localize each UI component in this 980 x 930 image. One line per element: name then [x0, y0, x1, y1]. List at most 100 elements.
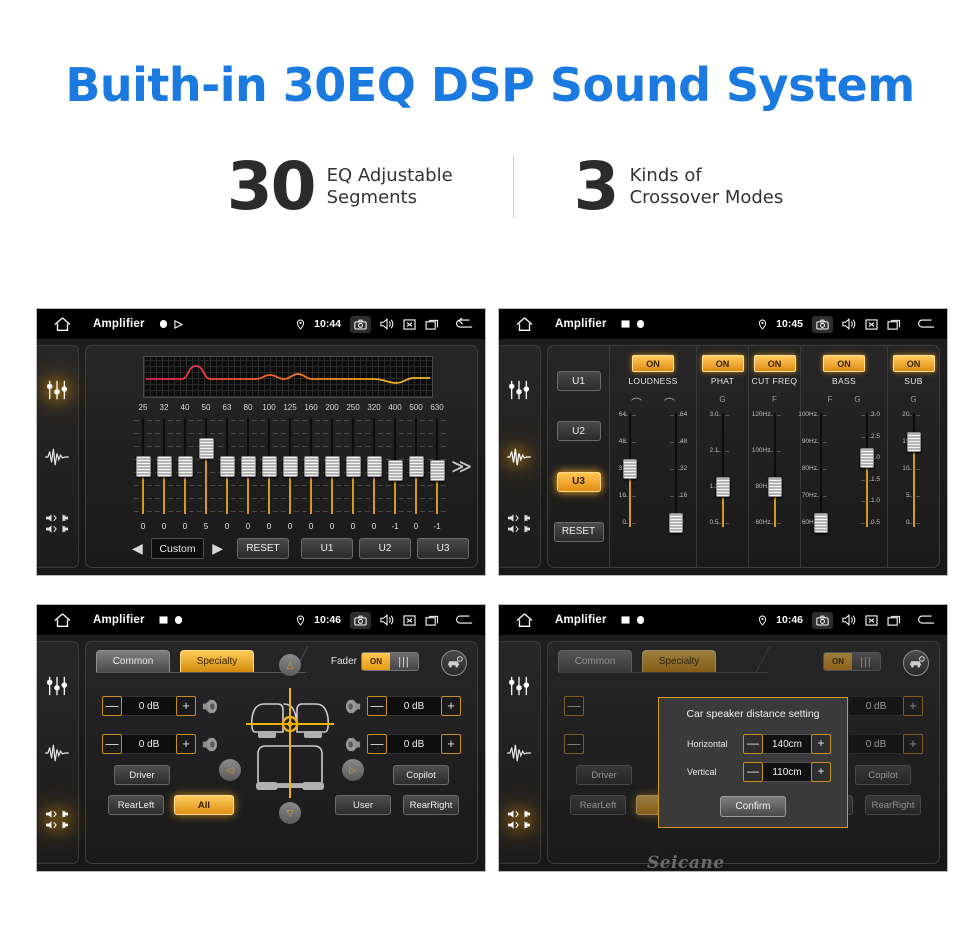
nav-up-button[interactable]: △ — [279, 654, 301, 676]
camera-icon[interactable] — [812, 611, 833, 629]
tab-specialty[interactable]: Specialty — [180, 650, 254, 672]
crossover-slider[interactable]: 3.0 2.5 2.0 1.5 1.0 0.5 — [847, 409, 887, 531]
camera-icon[interactable] — [812, 315, 833, 333]
gain-plus-button[interactable]: + — [903, 734, 923, 754]
increment-button[interactable]: + — [811, 762, 831, 782]
nav-down-button[interactable]: ▽ — [279, 802, 301, 824]
eq-slider-knob[interactable] — [157, 456, 172, 477]
home-icon[interactable] — [45, 612, 79, 628]
section-on-toggle[interactable]: ON — [823, 355, 865, 372]
section-on-toggle[interactable]: ON — [701, 355, 744, 372]
camera-icon[interactable] — [350, 611, 371, 629]
reset-button[interactable]: RESET — [237, 538, 289, 559]
eq-more-arrow[interactable]: ≫ — [451, 454, 472, 479]
eq-slider[interactable] — [260, 416, 278, 516]
sidebar-item-crossover[interactable] — [504, 738, 534, 768]
car-settings-icon[interactable] — [441, 650, 467, 676]
nav-right-button[interactable]: ▷ — [342, 759, 364, 781]
sidebar-item-crossover[interactable] — [42, 442, 72, 472]
gain-minus-button[interactable]: — — [367, 734, 387, 754]
eq-slider[interactable] — [218, 416, 236, 516]
gain-minus-button[interactable]: — — [367, 696, 387, 716]
gain-minus-button[interactable]: — — [102, 696, 122, 716]
camera-icon[interactable] — [350, 315, 371, 333]
gain-plus-button[interactable]: + — [441, 734, 461, 754]
eq-slider[interactable] — [176, 416, 194, 516]
position-rearright-button[interactable]: RearRight — [403, 795, 459, 815]
car-settings-icon[interactable] — [903, 650, 929, 676]
eq-slider-knob[interactable] — [367, 456, 382, 477]
eq-slider[interactable] — [197, 416, 215, 516]
eq-slider[interactable] — [281, 416, 299, 516]
decrement-button[interactable]: — — [743, 734, 763, 754]
crossover-reset-button[interactable]: RESET — [553, 521, 604, 542]
increment-button[interactable]: + — [811, 734, 831, 754]
eq-slider[interactable] — [407, 416, 425, 516]
slider-knob[interactable] — [814, 513, 828, 533]
user-preset-u3-button[interactable]: U3 — [417, 538, 469, 559]
volume-icon[interactable] — [380, 318, 394, 330]
sidebar-item-equalizer[interactable] — [42, 375, 72, 405]
eq-slider-knob[interactable] — [304, 456, 319, 477]
home-icon[interactable] — [507, 316, 541, 332]
eq-slider[interactable] — [344, 416, 362, 516]
eq-slider-knob[interactable] — [325, 456, 340, 477]
preset-next-button[interactable]: ▶ — [210, 540, 225, 557]
position-rearright-button[interactable]: RearRight — [865, 795, 921, 815]
back-arrow-icon[interactable] — [454, 318, 473, 330]
position-rearleft-button[interactable]: RearLeft — [570, 795, 626, 815]
crossover-preset-u1-button[interactable]: U1 — [556, 371, 601, 392]
slider-knob[interactable] — [623, 459, 637, 479]
gain-minus-button[interactable]: — — [564, 734, 584, 754]
section-on-toggle[interactable]: ON — [632, 355, 674, 372]
confirm-button[interactable]: Confirm — [720, 796, 786, 817]
eq-slider-knob[interactable] — [178, 456, 193, 477]
position-all-button[interactable]: All — [174, 795, 234, 815]
eq-slider-knob[interactable] — [283, 456, 298, 477]
slider-knob[interactable] — [767, 477, 782, 497]
eq-slider-knob[interactable] — [220, 456, 235, 477]
eq-slider[interactable] — [323, 416, 341, 516]
sidebar-item-balance[interactable] — [504, 509, 534, 539]
crossover-slider[interactable]: 20 15 10 5 0 — [893, 409, 934, 531]
sidebar-item-crossover[interactable] — [504, 442, 534, 472]
sidebar-item-equalizer[interactable] — [42, 671, 72, 701]
tab-specialty[interactable]: Specialty — [642, 650, 716, 672]
eq-slider-knob[interactable] — [241, 456, 256, 477]
eq-slider[interactable] — [155, 416, 173, 516]
back-arrow-icon[interactable] — [454, 614, 473, 626]
gain-plus-button[interactable]: + — [903, 696, 923, 716]
crossover-slider[interactable]: 644832160 — [656, 409, 696, 533]
close-box-icon[interactable] — [865, 318, 878, 330]
close-box-icon[interactable] — [865, 614, 878, 626]
sidebar-item-balance[interactable] — [42, 509, 72, 539]
user-preset-u1-button[interactable]: U1 — [301, 538, 353, 559]
recents-icon[interactable] — [425, 615, 439, 626]
eq-slider-knob[interactable] — [136, 456, 151, 477]
close-box-icon[interactable] — [403, 614, 416, 626]
eq-slider-knob[interactable] — [346, 456, 361, 477]
slider-knob[interactable] — [860, 448, 874, 468]
eq-slider-knob[interactable] — [199, 438, 214, 459]
position-copilot-button[interactable]: Copilot — [855, 765, 911, 785]
eq-slider-knob[interactable] — [388, 460, 403, 481]
eq-slider[interactable] — [302, 416, 320, 516]
recents-icon[interactable] — [887, 615, 901, 626]
gain-minus-button[interactable]: — — [102, 734, 122, 754]
nav-left-button[interactable]: ◁ — [219, 759, 241, 781]
position-user-button[interactable]: User — [335, 795, 391, 815]
crossover-preset-u2-button[interactable]: U2 — [556, 421, 601, 442]
eq-slider[interactable] — [365, 416, 383, 516]
volume-icon[interactable] — [380, 614, 394, 626]
home-icon[interactable] — [507, 612, 541, 628]
back-arrow-icon[interactable] — [916, 614, 935, 626]
user-preset-u2-button[interactable]: U2 — [359, 538, 411, 559]
position-driver-button[interactable]: Driver — [576, 765, 632, 785]
back-arrow-icon[interactable] — [916, 318, 935, 330]
fader-toggle[interactable]: ON ||| — [823, 652, 881, 671]
crossover-slider[interactable]: 100Hz 90Hz 80Hz 70Hz 60Hz — [798, 409, 841, 533]
crossover-preset-u3-button[interactable]: U3 — [556, 471, 601, 492]
fader-toggle[interactable]: ON ||| — [361, 652, 419, 671]
gain-plus-button[interactable]: + — [441, 696, 461, 716]
slider-knob[interactable] — [715, 477, 730, 497]
